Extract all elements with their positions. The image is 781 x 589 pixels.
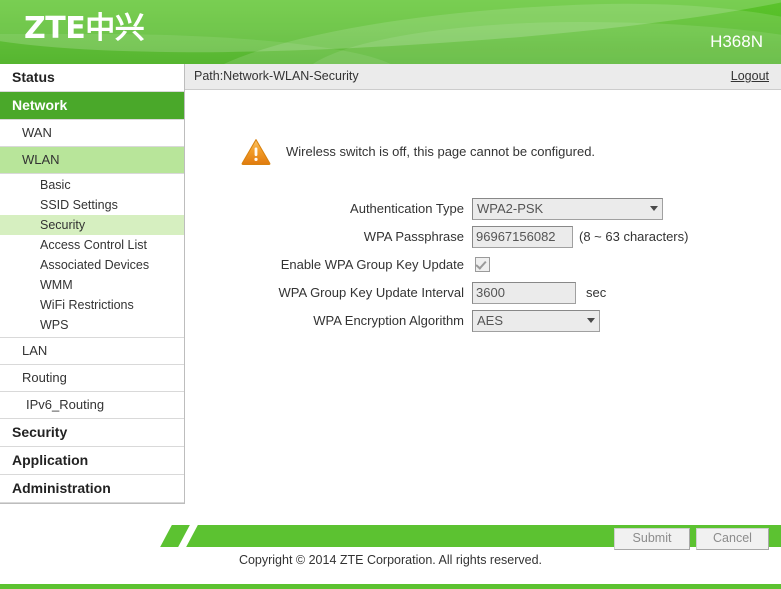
group-key-update-checkbox[interactable]: [475, 257, 490, 272]
sidebar-item-application[interactable]: Application: [0, 447, 184, 475]
sidebar-item-label: WMM: [40, 278, 73, 292]
encryption-algorithm-value: AES: [477, 312, 504, 328]
sidebar-leaf-group: Basic SSID Settings Security Access Control…: [0, 174, 184, 338]
page-footer: Submit Cancel Copyright © 2014 ZTE Corpo…: [0, 517, 781, 589]
footer-bottom-strip: [0, 584, 781, 589]
notice-row: Wireless switch is off, this page cannot…: [241, 138, 595, 165]
submit-button[interactable]: Submit: [614, 528, 690, 550]
device-model-label: H368N: [710, 32, 763, 51]
group-key-interval-row: WPA Group Key Update Interval 3600 sec: [185, 279, 781, 306]
sidebar-item-wmm[interactable]: WMM: [0, 275, 184, 295]
sidebar-item-administration[interactable]: Administration: [0, 475, 184, 503]
sidebar-item-security[interactable]: Security: [0, 419, 184, 447]
sidebar-item-wifi-restrictions[interactable]: WiFi Restrictions: [0, 295, 184, 315]
sidebar-item-label: WLAN: [22, 152, 60, 167]
sidebar-item-label: Network: [12, 97, 68, 113]
sidebar-item-network[interactable]: Network: [0, 92, 184, 120]
encryption-algorithm-select[interactable]: AES: [472, 309, 600, 332]
group-key-interval-input[interactable]: 3600: [472, 281, 576, 304]
sidebar-item-label: Administration: [12, 480, 111, 496]
sidebar-item-label: Application: [12, 452, 89, 468]
logout-link[interactable]: Logout: [731, 64, 769, 89]
sidebar-item-label: Routing: [22, 370, 67, 385]
notice-message: Wireless switch is off, this page cannot…: [286, 144, 596, 159]
sidebar-item-label: WPS: [40, 318, 69, 332]
sidebar-item-routing[interactable]: Routing: [0, 365, 184, 392]
sidebar-item-label: LAN: [22, 343, 48, 358]
group-key-update-row: Enable WPA Group Key Update: [185, 251, 781, 278]
sidebar-item-wan[interactable]: WAN: [0, 120, 184, 147]
auth-type-row: Authentication Type WPA2-PSK: [185, 195, 781, 222]
encryption-algorithm-label: WPA Encryption Algorithm: [313, 313, 464, 328]
sidebar-item-label: Associated Devices: [40, 258, 150, 272]
footer-slash-decoration-1: [160, 525, 190, 547]
auth-type-select[interactable]: WPA2-PSK: [472, 197, 663, 220]
sidebar-item-ipv6-routing[interactable]: IPv6_Routing: [0, 392, 184, 419]
sidebar-item-ssid-settings[interactable]: SSID Settings: [0, 195, 184, 215]
sidebar-item-label: Access Control List: [40, 238, 147, 252]
page-header: ZTE中兴 H368N: [0, 0, 781, 64]
zte-logo: ZTE中兴: [24, 11, 145, 46]
router-admin-page: ZTE中兴 H368N Status Network WAN WLAN Basic SSI…: [0, 0, 781, 589]
encryption-algorithm-control: AES: [472, 309, 600, 332]
breadcrumb-bar: Path:Network-WLAN-Security Logout: [185, 64, 781, 90]
group-key-update-control: [472, 257, 490, 272]
group-key-interval-control: 3600 sec: [472, 281, 607, 304]
sidebar-nav: Status Network WAN WLAN Basic SSID Settings Se…: [0, 64, 185, 504]
copyright-text: Copyright © 2014 ZTE Corporation. All ri…: [238, 553, 543, 567]
sidebar-item-label: IPv6_Routing: [26, 397, 105, 412]
breadcrumb: Path:Network-WLAN-Security: [194, 69, 359, 83]
group-key-interval-label: WPA Group Key Update Interval: [278, 285, 464, 300]
main-panel: Path:Network-WLAN-Security Logout Wirele…: [185, 64, 781, 517]
sidebar-item-associated-devices[interactable]: Associated Devices: [0, 255, 184, 275]
sidebar-item-label: Status: [12, 69, 55, 85]
warning-triangle-icon: [241, 138, 271, 165]
group-key-update-label: Enable WPA Group Key Update: [280, 257, 464, 272]
sidebar-item-label: Security: [40, 218, 86, 232]
sidebar-item-access-control-list[interactable]: Access Control List: [0, 235, 184, 255]
cancel-button[interactable]: Cancel: [696, 528, 769, 550]
auth-type-control: WPA2-PSK: [472, 197, 663, 220]
sidebar-item-label: Security: [12, 424, 68, 440]
sidebar-item-status[interactable]: Status: [0, 64, 184, 92]
passphrase-hint: (8 ~ 63 characters): [579, 229, 689, 244]
wlan-security-form: Authentication Type WPA2-PSK WPA Passphr…: [185, 195, 781, 335]
group-key-interval-unit: sec: [586, 285, 607, 300]
passphrase-input[interactable]: 96967156082: [472, 225, 573, 248]
encryption-algorithm-row: WPA Encryption Algorithm AES: [185, 307, 781, 334]
passphrase-label: WPA Passphrase: [363, 229, 464, 244]
auth-type-value: WPA2-PSK: [477, 200, 544, 216]
chevron-down-icon: [587, 317, 595, 323]
body-wrapper: Status Network WAN WLAN Basic SSID Settings Se…: [0, 64, 781, 517]
sidebar-item-wps[interactable]: WPS: [0, 315, 184, 335]
sidebar-item-label: WAN: [22, 125, 52, 140]
sidebar-item-security[interactable]: Security: [0, 215, 184, 235]
content-area: Wireless switch is off, this page cannot…: [185, 90, 781, 517]
sidebar-item-basic[interactable]: Basic: [0, 175, 184, 195]
auth-type-label: Authentication Type: [350, 201, 464, 216]
passphrase-row: WPA Passphrase 96967156082 (8 ~ 63 chara…: [185, 223, 781, 250]
passphrase-control: 96967156082 (8 ~ 63 characters): [472, 225, 689, 248]
sidebar-item-label: WiFi Restrictions: [40, 298, 134, 312]
chevron-down-icon: [650, 205, 658, 211]
sidebar-item-label: Basic: [40, 178, 71, 192]
sidebar-item-label: SSID Settings: [40, 198, 118, 212]
sidebar-item-wlan[interactable]: WLAN: [0, 147, 184, 174]
sidebar-item-lan[interactable]: LAN: [0, 338, 184, 365]
